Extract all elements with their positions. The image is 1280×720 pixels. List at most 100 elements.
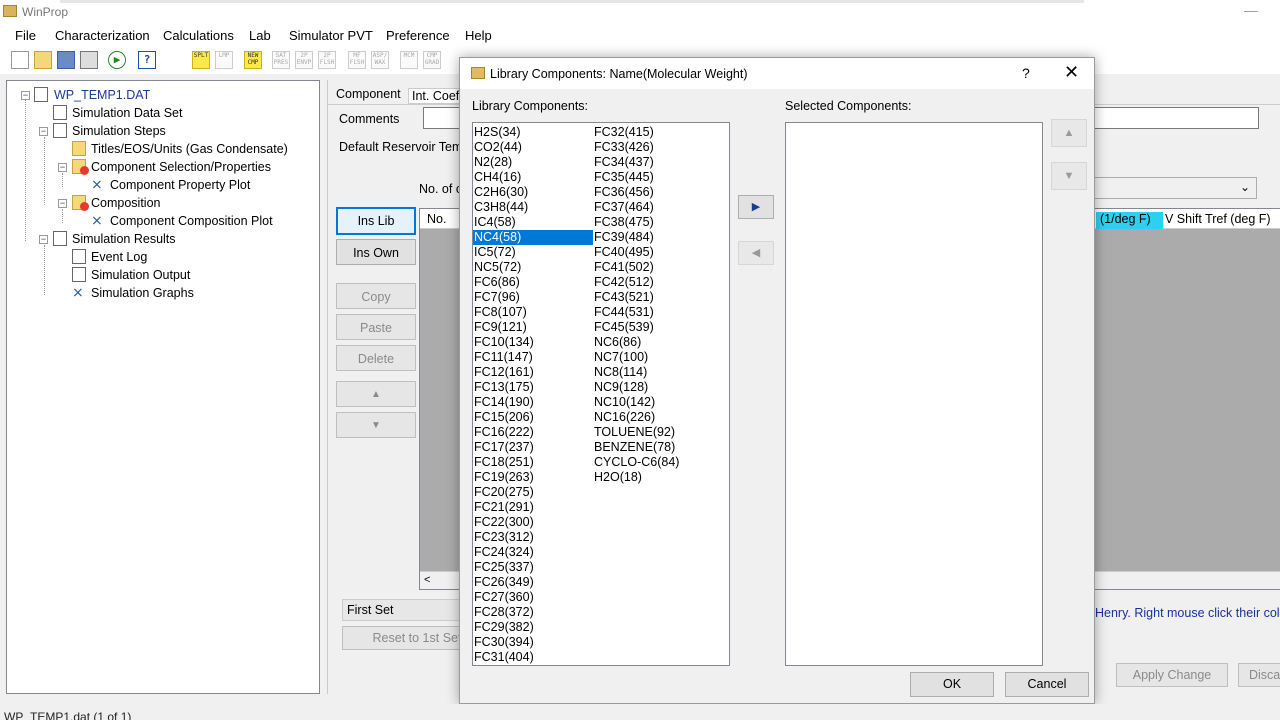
collapse-composition-icon[interactable]: − [58, 199, 67, 208]
library-list-item[interactable]: FC26(349) [473, 575, 593, 590]
library-list-item[interactable]: NC8(114) [593, 365, 713, 380]
apply-change-button[interactable]: Apply Change [1116, 663, 1228, 687]
library-list-item[interactable]: FC20(275) [473, 485, 593, 500]
library-list-item[interactable]: CO2(44) [473, 140, 593, 155]
library-list-item[interactable]: FC24(324) [473, 545, 593, 560]
cmp-grad-icon[interactable]: CMP GRAD [423, 51, 441, 69]
library-list-item[interactable]: FC37(464) [593, 200, 713, 215]
library-list-item[interactable]: FC8(107) [473, 305, 593, 320]
menu-help[interactable]: Help [465, 28, 492, 43]
delete-button[interactable]: Delete [336, 345, 416, 371]
library-list-item[interactable]: FC17(237) [473, 440, 593, 455]
library-list-item[interactable]: C3H8(44) [473, 200, 593, 215]
library-list-item[interactable]: FC31(404) [473, 650, 593, 665]
ok-button[interactable]: OK [910, 672, 994, 697]
library-list-item[interactable]: TOLUENE(92) [593, 425, 713, 440]
minimize-button[interactable]: — [1244, 2, 1258, 18]
library-list-item[interactable]: FC15(206) [473, 410, 593, 425]
cancel-button[interactable]: Cancel [1005, 672, 1089, 697]
move-selected-down-button[interactable]: ▼ [1051, 162, 1087, 190]
collapse-results-icon[interactable]: − [39, 235, 48, 244]
library-list-item[interactable]: FC39(484) [593, 230, 713, 245]
library-list-item[interactable]: FC9(121) [473, 320, 593, 335]
library-list-item[interactable]: FC18(251) [473, 455, 593, 470]
lmp-icon[interactable]: LMP [215, 51, 233, 69]
library-list-item[interactable]: FC29(382) [473, 620, 593, 635]
open-folder-icon[interactable] [34, 51, 52, 69]
save-icon[interactable] [57, 51, 75, 69]
move-selected-up-button[interactable]: ▲ [1051, 119, 1087, 147]
menu-calculations[interactable]: Calculations [163, 28, 234, 43]
new-file-icon[interactable] [11, 51, 29, 69]
scroll-left-icon[interactable]: < [424, 574, 430, 586]
tab-component[interactable]: Component [336, 87, 401, 101]
library-list-item[interactable]: FC27(360) [473, 590, 593, 605]
help-icon[interactable]: ? [138, 51, 156, 69]
library-list-item[interactable]: N2(28) [473, 155, 593, 170]
menu-file[interactable]: File [15, 28, 36, 43]
run-icon[interactable]: ▶ [108, 51, 126, 69]
move-up-button[interactable]: ▲ [336, 381, 416, 407]
library-list-item[interactable]: FC7(96) [473, 290, 593, 305]
new-cmp-icon[interactable]: NEW CMP [244, 51, 262, 69]
library-list-item[interactable]: FC36(456) [593, 185, 713, 200]
2p-envp-icon[interactable]: 2P ENVP [295, 51, 313, 69]
library-list-item[interactable]: BENZENE(78) [593, 440, 713, 455]
tab-int-coef[interactable]: Int. Coef. [408, 88, 467, 104]
menu-preference[interactable]: Preference [386, 28, 450, 43]
library-list-item[interactable]: FC42(512) [593, 275, 713, 290]
library-list-item[interactable]: FC14(190) [473, 395, 593, 410]
menu-simulator-pvt[interactable]: Simulator PVT [289, 28, 373, 43]
ins-own-button[interactable]: Ins Own [336, 239, 416, 265]
library-list-item[interactable]: FC45(539) [593, 320, 713, 335]
collapse-component-selection-icon[interactable]: − [58, 163, 67, 172]
library-list-item[interactable]: IC5(72) [473, 245, 593, 260]
print-icon[interactable] [80, 51, 98, 69]
library-list-item[interactable]: FC25(337) [473, 560, 593, 575]
menu-characterization[interactable]: Characterization [55, 28, 150, 43]
library-list-item[interactable]: FC32(415) [593, 125, 713, 140]
library-list-item[interactable]: FC21(291) [473, 500, 593, 515]
library-list-item[interactable]: NC10(142) [593, 395, 713, 410]
collapse-steps-icon[interactable]: − [39, 127, 48, 136]
library-list-item[interactable]: FC35(445) [593, 170, 713, 185]
splt-icon[interactable]: SPLT [192, 51, 210, 69]
library-list-item[interactable]: FC12(161) [473, 365, 593, 380]
library-list-item[interactable]: FC41(502) [593, 260, 713, 275]
library-components-list[interactable]: H2S(34) CO2(44) N2(28) CH4(16) C2H6(30) C3H8(… [472, 122, 730, 666]
library-list-item[interactable]: FC40(495) [593, 245, 713, 260]
grid-header-col2[interactable]: V Shift Tref (deg F) [1165, 212, 1271, 226]
dialog-help-button[interactable]: ? [1022, 65, 1030, 81]
library-list-item[interactable]: FC44(531) [593, 305, 713, 320]
discard-button[interactable]: Disca [1238, 663, 1280, 687]
sat-pres-icon[interactable]: SAT PRES [272, 51, 290, 69]
library-list-item[interactable]: CYCLO-C6(84) [593, 455, 713, 470]
library-list-item[interactable]: H2S(34) [473, 125, 593, 140]
library-list-item[interactable]: FC16(222) [473, 425, 593, 440]
library-list-item[interactable]: CH4(16) [473, 170, 593, 185]
library-list-item[interactable]: FC34(437) [593, 155, 713, 170]
library-list-item[interactable]: NC4(58) [473, 230, 593, 245]
library-list-item[interactable]: FC10(134) [473, 335, 593, 350]
library-list-item[interactable]: FC43(521) [593, 290, 713, 305]
library-list-item[interactable]: IC4(58) [473, 215, 593, 230]
library-list-item[interactable]: FC38(475) [593, 215, 713, 230]
mixing-rule-select[interactable]: ⌄ [1088, 177, 1257, 199]
remove-component-button[interactable]: ◀ [738, 241, 774, 265]
library-list-item[interactable]: FC11(147) [473, 350, 593, 365]
library-list-item[interactable]: FC28(372) [473, 605, 593, 620]
library-list-item[interactable]: NC16(226) [593, 410, 713, 425]
library-list-item[interactable]: NC6(86) [593, 335, 713, 350]
ins-lib-button[interactable]: Ins Lib [336, 207, 416, 235]
library-list-item[interactable]: FC13(175) [473, 380, 593, 395]
menu-lab[interactable]: Lab [249, 28, 271, 43]
dialog-close-button[interactable]: ✕ [1064, 62, 1079, 83]
copy-button[interactable]: Copy [336, 283, 416, 309]
paste-button[interactable]: Paste [336, 314, 416, 340]
grid-header-col1[interactable]: (1/deg F) [1096, 212, 1163, 229]
mf-flsh-icon[interactable]: MF FLSH [348, 51, 366, 69]
library-list-item[interactable]: NC7(100) [593, 350, 713, 365]
selected-components-list[interactable] [785, 122, 1043, 666]
asp-wax-icon[interactable]: ASP/ WAX [371, 51, 389, 69]
library-list-item[interactable]: NC9(128) [593, 380, 713, 395]
